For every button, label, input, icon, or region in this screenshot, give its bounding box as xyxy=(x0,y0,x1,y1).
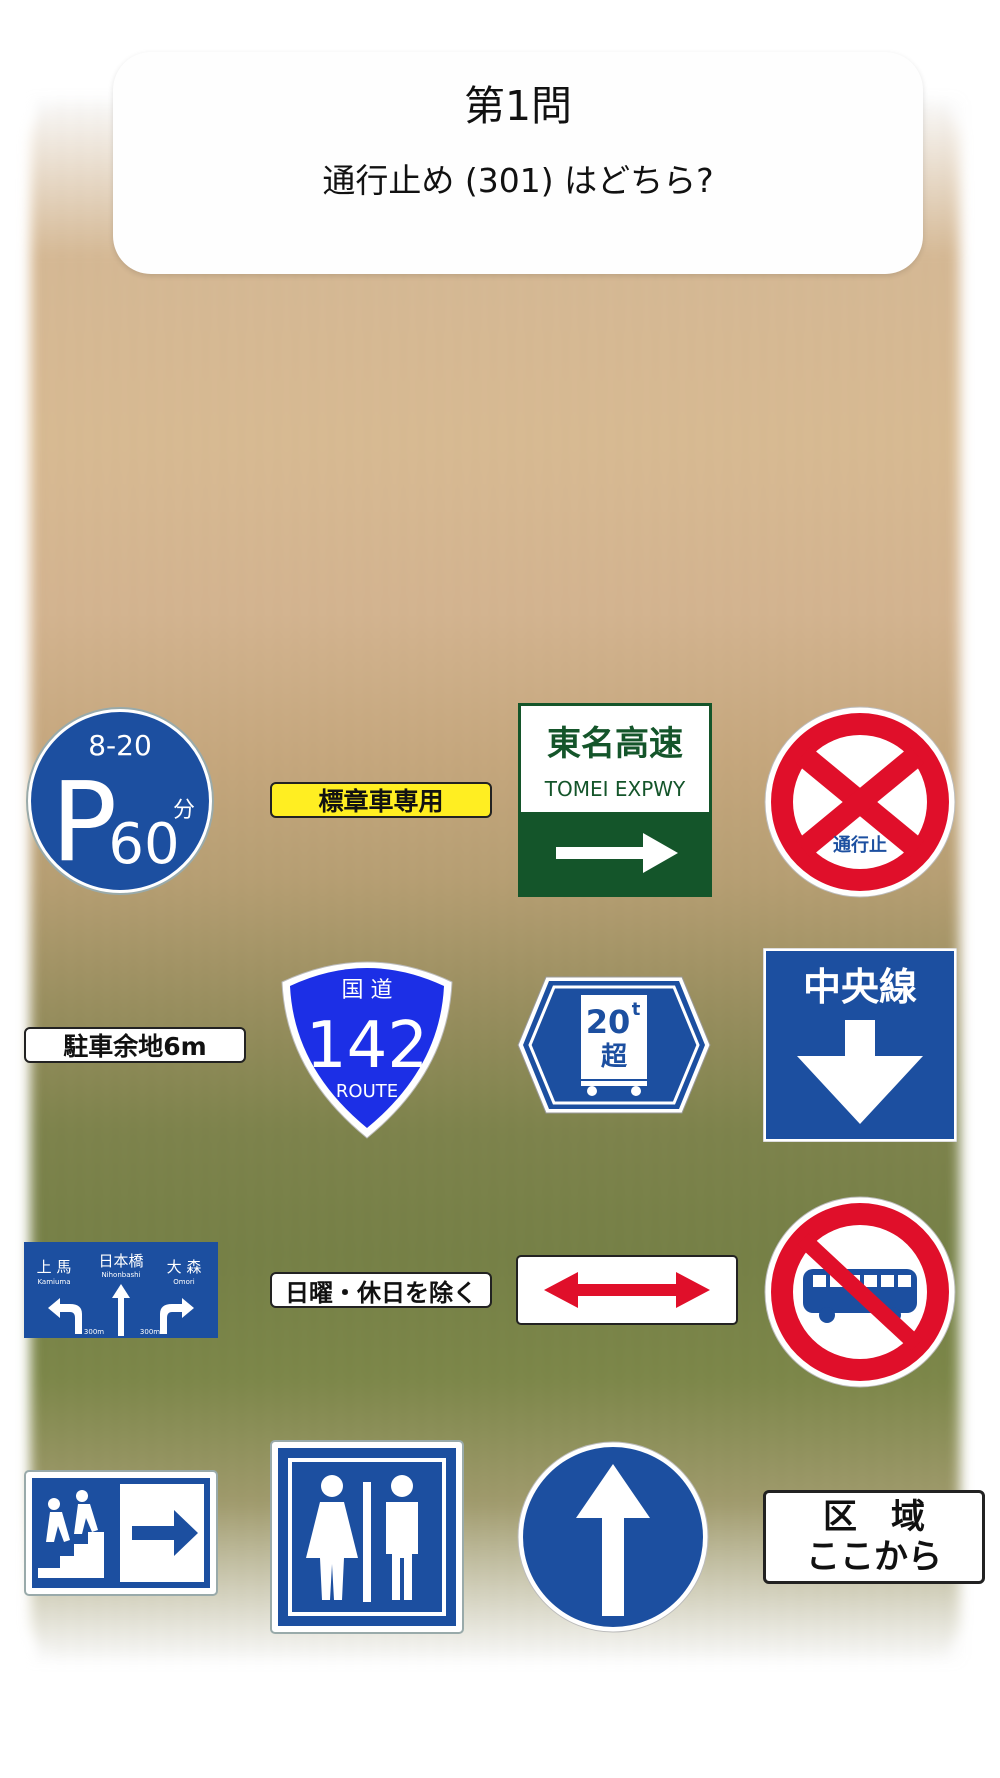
route-bottom: ROUTE xyxy=(336,1081,398,1102)
weight-unit: t xyxy=(632,999,641,1020)
weight-suffix: 超 xyxy=(601,1042,628,1072)
question-card: 第1問 通行止め (301) はどちら? xyxy=(113,52,923,274)
no-bus-sign-icon[interactable] xyxy=(763,1195,957,1389)
weight-limit-sign-icon[interactable]: 20 t 超 xyxy=(516,975,712,1115)
marked-vehicle-only-plate[interactable]: 標章車専用 xyxy=(270,782,492,818)
guide-left-en: Kamiuma xyxy=(37,1278,70,1286)
guide-right-jp: 大 森 xyxy=(167,1258,202,1276)
tomei-jp: 東名高速 xyxy=(547,724,683,764)
road-closed-sign-icon[interactable]: 通行止 xyxy=(763,705,957,899)
parking-space-6m-plate[interactable]: 駐車余地6m xyxy=(24,1027,246,1063)
question-number: 第1問 xyxy=(463,82,573,130)
parking-minutes: 60 xyxy=(108,812,179,877)
weight-value: 20 xyxy=(586,1003,631,1041)
zone-start-line2: ここから xyxy=(806,1537,942,1577)
guide-mid-jp: 日本橋 xyxy=(98,1252,143,1270)
route-number: 142 xyxy=(306,1009,428,1083)
parking-letter: P xyxy=(51,758,117,886)
center-line-sign[interactable]: 中央線 xyxy=(763,948,957,1142)
road-closed-text: 通行止 xyxy=(833,834,887,856)
tomei-expressway-sign[interactable]: 東名高速 TOMEI EXPWY xyxy=(518,703,712,897)
parking-unit: 分 xyxy=(173,798,195,823)
zone-start-line1: 区 域 xyxy=(823,1497,925,1537)
pedestrian-stairs-icon[interactable] xyxy=(24,1470,218,1596)
parking-sign-icon[interactable]: 8-20 P 60 分 xyxy=(24,705,216,897)
guide-dist-right: 300m xyxy=(140,1328,160,1336)
one-way-up-icon[interactable] xyxy=(516,1440,710,1634)
except-holidays-plate[interactable]: 日曜・休日を除く xyxy=(270,1272,492,1308)
restroom-icon[interactable] xyxy=(270,1440,464,1634)
guide-dist-left: 300m xyxy=(84,1328,104,1336)
tomei-en: TOMEI EXPWY xyxy=(544,777,686,801)
direction-guide-sign[interactable]: 上 馬 Kamiuma 日本橋 Nihonbashi 大 森 Omori 300… xyxy=(24,1242,218,1338)
route-top: 国 道 xyxy=(342,978,393,1003)
guide-mid-en: Nihonbashi xyxy=(101,1271,140,1279)
guide-right-en: Omori xyxy=(173,1278,194,1286)
route-shield-icon[interactable]: 国 道 142 ROUTE xyxy=(270,952,464,1142)
two-way-arrow-icon[interactable] xyxy=(516,1255,738,1325)
question-prompt: 通行止め (301) はどちら? xyxy=(322,161,714,200)
zone-start-plate[interactable]: 区 域 ここから xyxy=(763,1490,985,1584)
center-line-text: 中央線 xyxy=(803,965,917,1009)
guide-left-jp: 上 馬 xyxy=(37,1258,72,1276)
